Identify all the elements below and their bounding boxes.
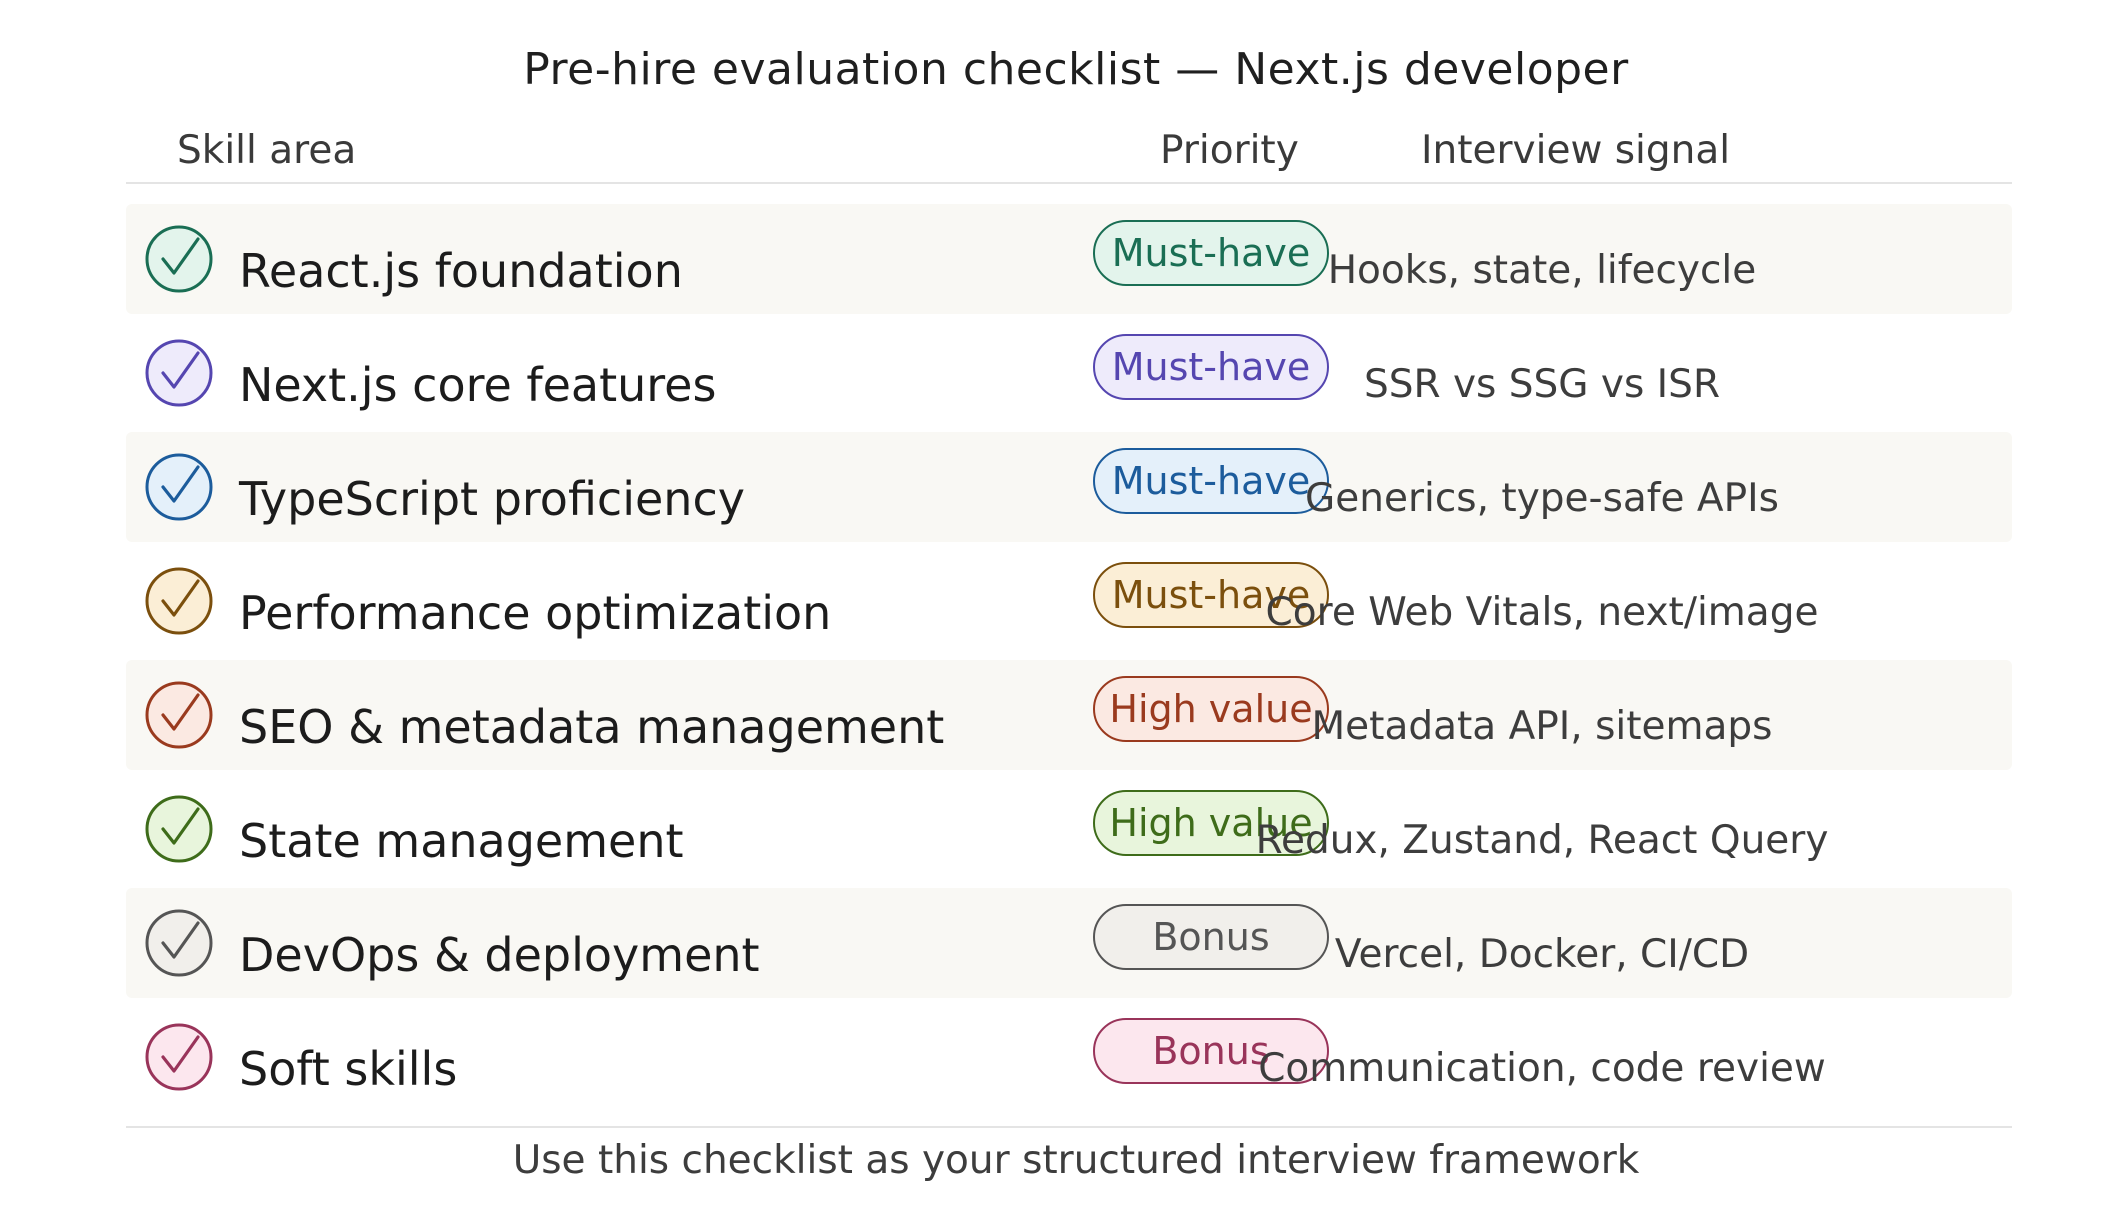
interview-signal: Redux, Zustand, React Query <box>1255 818 1829 863</box>
skill-label: Soft skills <box>239 1042 458 1096</box>
check-circle-icon <box>144 680 214 750</box>
priority-badge: High value <box>1093 676 1329 742</box>
checklist-row: State management High value Redux, Zustand… <box>126 774 2012 884</box>
priority-badge: Must-have <box>1093 334 1329 400</box>
check-circle-icon <box>144 794 214 864</box>
interview-signal: Communication, code review <box>1258 1046 1826 1091</box>
checklist-row: Next.js core features Must-have SSR vs SSG… <box>126 318 2012 428</box>
interview-signal: Metadata API, sitemaps <box>1311 704 1773 749</box>
footer-note: Use this checklist as your structured in… <box>512 1138 1640 1183</box>
checklist-row: TypeScript proficiency Must-have Generics,… <box>126 432 2012 542</box>
interview-signal: SSR vs SSG vs ISR <box>1363 362 1721 407</box>
check-circle-icon <box>144 224 214 294</box>
checklist-row: DevOps & deployment Bonus Vercel, Docker, … <box>126 888 2012 998</box>
check-circle-icon <box>144 908 214 978</box>
skill-label: SEO & metadata management <box>239 700 945 754</box>
page-title: Pre-hire evaluation checklist — Next.js … <box>523 44 1629 95</box>
skill-label: TypeScript proficiency <box>239 472 745 526</box>
interview-signal: Core Web Vitals, next/image <box>1265 590 1819 635</box>
checklist-row: Performance optimization Must-have Core We… <box>126 546 2012 656</box>
column-header-skill: Skill area <box>177 128 357 173</box>
checklist-row: Soft skills Bonus Communication, code revi… <box>126 1002 2012 1112</box>
priority-badge: Must-have <box>1093 448 1329 514</box>
column-header-priority: Priority <box>1160 128 1299 173</box>
interview-signal: Generics, type-safe APIs <box>1305 476 1779 521</box>
column-header-signal: Interview signal <box>1421 128 1731 173</box>
check-circle-icon <box>144 1022 214 1092</box>
check-circle-icon <box>144 566 214 636</box>
check-circle-icon <box>144 338 214 408</box>
interview-signal: Hooks, state, lifecycle <box>1327 248 1757 293</box>
checklist-row: React.js foundation Must-have Hooks, state… <box>126 204 2012 314</box>
header-divider <box>126 182 2012 184</box>
skill-label: DevOps & deployment <box>239 928 760 982</box>
priority-badge: Must-have <box>1093 220 1329 286</box>
skill-label: Next.js core features <box>239 358 717 412</box>
skill-label: Performance optimization <box>239 586 832 640</box>
check-circle-icon <box>144 452 214 522</box>
priority-badge: Bonus <box>1093 904 1329 970</box>
checklist-row: SEO & metadata management High value Metad… <box>126 660 2012 770</box>
interview-signal: Vercel, Docker, CI/CD <box>1334 932 1750 977</box>
skill-label: React.js foundation <box>239 244 683 298</box>
footer-divider <box>126 1126 2012 1128</box>
skill-label: State management <box>239 814 684 868</box>
